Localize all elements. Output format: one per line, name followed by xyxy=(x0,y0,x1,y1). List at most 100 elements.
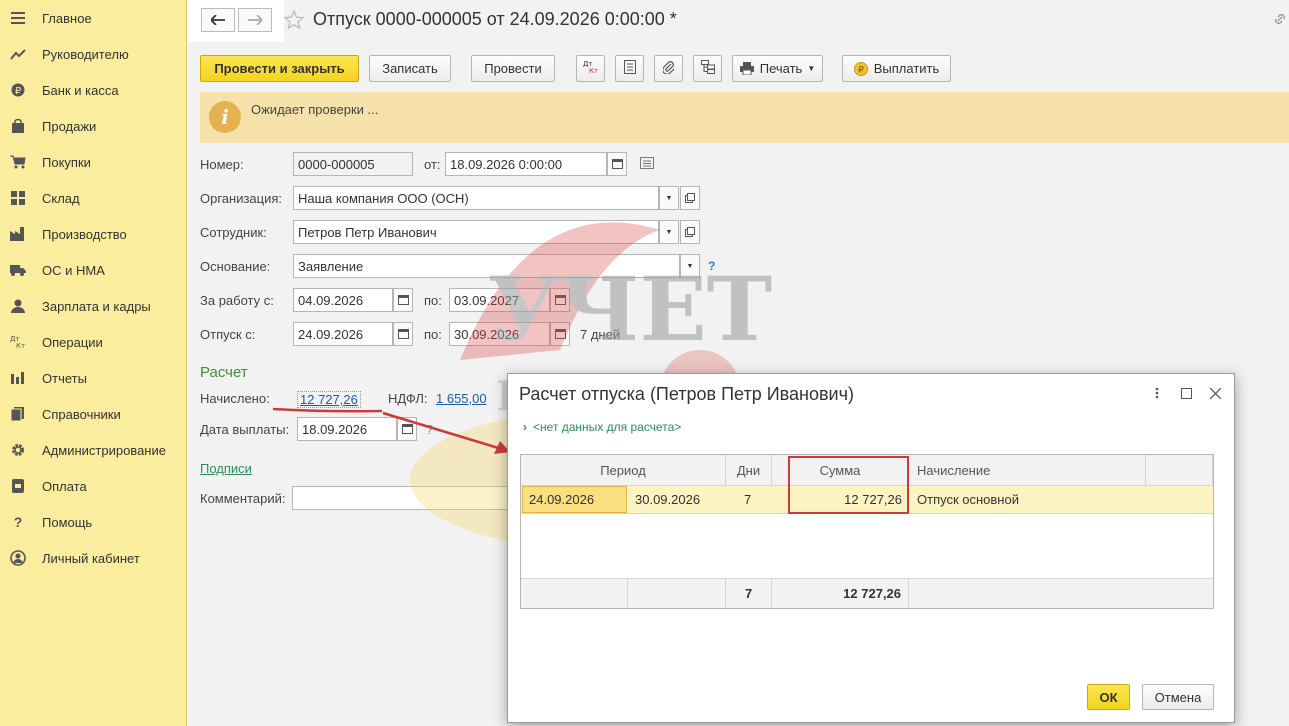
vacation-to-field[interactable]: 30.09.2026 xyxy=(449,322,550,346)
organization-open[interactable] xyxy=(680,186,700,210)
employee-open[interactable] xyxy=(680,220,700,244)
calendar-icon xyxy=(397,293,409,308)
work-to-field[interactable]: 03.09.2027 xyxy=(449,288,550,312)
pay-button[interactable]: ₽ Выплатить xyxy=(842,55,951,82)
maximize-icon[interactable] xyxy=(1179,386,1193,400)
ndfl-link[interactable]: 1 655,00 xyxy=(436,391,487,406)
print-label: Печать xyxy=(759,61,803,76)
organization-field[interactable]: Наша компания ООО (ОСН) xyxy=(293,186,659,210)
post-button[interactable]: Провести xyxy=(471,55,555,82)
status-notice: i Ожидает проверки ... xyxy=(200,92,1289,143)
accrued-link[interactable]: 12 727,26 xyxy=(297,391,361,408)
basis-dropdown[interactable]: ▼ xyxy=(680,254,700,278)
ruble-coin-icon: ₽ xyxy=(10,82,26,98)
sidebar-item-admin[interactable]: Администрирование xyxy=(0,432,187,468)
paydate-help[interactable]: ? xyxy=(426,422,433,437)
menu-icon xyxy=(10,10,26,26)
sidebar-item-label: Администрирование xyxy=(42,442,166,458)
sidebar-item-salary[interactable]: Зарплата и кадры xyxy=(0,288,187,324)
column-header-period[interactable]: Период xyxy=(521,455,726,486)
expand-group[interactable]: › <нет данных для расчета> xyxy=(523,420,681,434)
calendar-icon xyxy=(397,327,409,342)
help-link[interactable]: ? xyxy=(708,259,715,273)
sidebar-item-sales[interactable]: Продажи xyxy=(0,108,187,144)
paydate-field[interactable]: 18.09.2026 xyxy=(297,417,397,441)
basis-label: Основание: xyxy=(200,259,271,274)
sidebar-item-references[interactable]: Справочники xyxy=(0,396,187,432)
more-icon[interactable] xyxy=(1150,386,1164,400)
sidebar-item-help[interactable]: ? Помощь xyxy=(0,504,187,540)
sidebar-item-warehouse[interactable]: Склад xyxy=(0,180,187,216)
sidebar-item-reports[interactable]: Отчеты xyxy=(0,360,187,396)
sidebar-item-label: Операции xyxy=(42,334,103,350)
cell-to[interactable]: 30.09.2026 xyxy=(635,486,725,513)
calc-table: Период Дни Сумма Начисление 24.09.2026 3… xyxy=(520,454,1214,609)
caret-down-icon: ▼ xyxy=(665,228,673,236)
sidebar-item-label: Помощь xyxy=(42,514,93,530)
employee-dropdown[interactable]: ▼ xyxy=(659,220,679,244)
save-button[interactable]: Записать xyxy=(369,55,451,82)
number-label: Номер: xyxy=(200,157,244,172)
trend-icon xyxy=(10,46,26,62)
journal-icon[interactable] xyxy=(640,157,654,172)
document-list-button[interactable] xyxy=(615,55,644,82)
vacation-from-field[interactable]: 24.09.2026 xyxy=(293,322,393,346)
work-from-field[interactable]: 04.09.2026 xyxy=(293,288,393,312)
number-field[interactable]: 0000-000005 xyxy=(293,152,413,176)
sidebar-item-assets[interactable]: ОС и НМА xyxy=(0,252,187,288)
signatures-link[interactable]: Подписи xyxy=(200,461,252,476)
sidebar-item-director[interactable]: Руководителю xyxy=(0,36,187,72)
structure-button[interactable] xyxy=(693,55,722,82)
sidebar-item-operations[interactable]: Дт Кт Операции xyxy=(0,324,187,360)
cancel-button[interactable]: Отмена xyxy=(1142,684,1214,710)
back-button[interactable] xyxy=(201,8,235,32)
gear-icon xyxy=(10,442,26,458)
forward-button[interactable] xyxy=(238,8,272,32)
work-period-label: За работу с: xyxy=(200,293,274,308)
calendar-button[interactable] xyxy=(550,322,570,346)
comment-label: Комментарий: xyxy=(200,491,286,506)
dt-kt-icon: Дт Кт xyxy=(10,334,26,350)
sidebar-item-purchases[interactable]: Покупки xyxy=(0,144,187,180)
basis-field[interactable]: Заявление xyxy=(293,254,680,278)
cell-accrual[interactable]: Отпуск основной xyxy=(917,486,1142,513)
print-button[interactable]: Печать ▼ xyxy=(732,55,823,82)
close-icon[interactable] xyxy=(1208,386,1222,400)
attach-button[interactable] xyxy=(654,55,683,82)
sidebar-item-bank[interactable]: ₽ Банк и касса xyxy=(0,72,187,108)
dt-kt-button[interactable]: Дт Кт xyxy=(576,55,605,82)
footer-empty xyxy=(521,578,628,608)
calendar-button[interactable] xyxy=(607,152,627,176)
calendar-button[interactable] xyxy=(397,417,417,441)
organization-dropdown[interactable]: ▼ xyxy=(659,186,679,210)
cell-from[interactable]: 24.09.2026 xyxy=(522,486,627,513)
sidebar-item-label: Справочники xyxy=(42,406,121,422)
vacation-calc-dialog: Расчет отпуска (Петров Петр Иванович) › <… xyxy=(507,373,1235,723)
calendar-button[interactable] xyxy=(393,288,413,312)
ndfl-label: НДФЛ: xyxy=(388,391,428,406)
sidebar-item-production[interactable]: Производство xyxy=(0,216,187,252)
ok-button[interactable]: ОК xyxy=(1087,684,1130,710)
date-field[interactable]: 18.09.2026 0:00:00 xyxy=(445,152,607,176)
star-icon[interactable] xyxy=(283,9,306,32)
cart-icon xyxy=(10,154,26,170)
employee-field[interactable]: Петров Петр Иванович xyxy=(293,220,659,244)
sidebar-item-main[interactable]: Главное xyxy=(0,0,187,36)
sidebar-item-label: Личный кабинет xyxy=(42,550,140,566)
sidebar-item-payment[interactable]: Оплата xyxy=(0,468,187,504)
post-and-close-button[interactable]: Провести и закрыть xyxy=(200,55,359,82)
hierarchy-icon xyxy=(700,60,715,77)
books-icon xyxy=(10,406,26,422)
link-icon[interactable] xyxy=(1273,12,1287,26)
calendar-button[interactable] xyxy=(393,322,413,346)
column-header-accrual[interactable]: Начисление xyxy=(909,455,1146,486)
column-header-days[interactable]: Дни xyxy=(726,455,772,486)
svg-text:₽: ₽ xyxy=(858,65,864,75)
sidebar-item-cabinet[interactable]: Личный кабинет xyxy=(0,540,187,576)
calendar-button[interactable] xyxy=(550,288,570,312)
cell-days[interactable]: 7 xyxy=(726,486,772,513)
footer-empty xyxy=(909,578,1213,608)
accrued-label: Начислено: xyxy=(200,391,270,406)
question-icon: ? xyxy=(13,514,23,530)
comment-field[interactable] xyxy=(292,486,512,510)
